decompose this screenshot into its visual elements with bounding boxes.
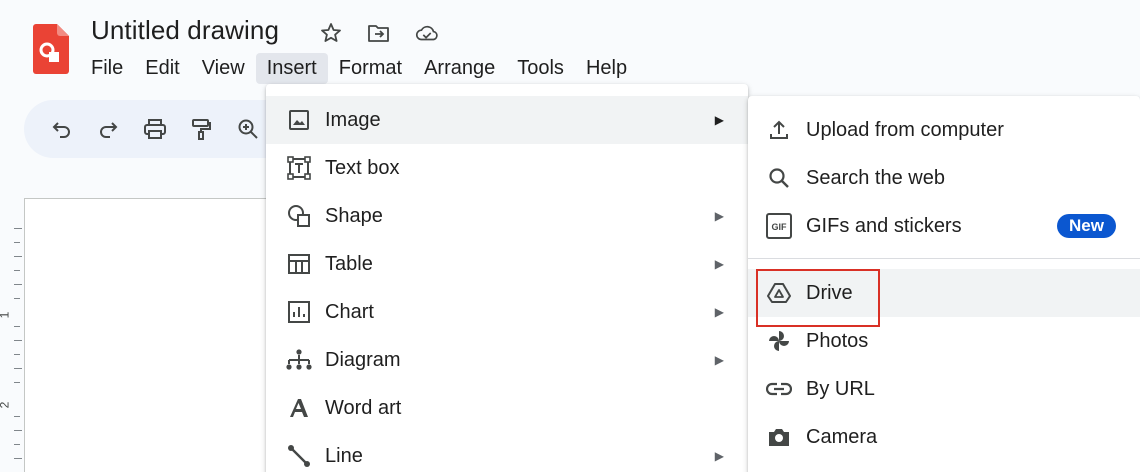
insert-menu-label: Chart	[325, 300, 374, 323]
insert-menu-item-line[interactable]: Line ▶	[266, 432, 748, 472]
search-icon	[766, 165, 792, 191]
image-menu-item-drive[interactable]: Drive	[748, 269, 1140, 317]
undo-icon[interactable]	[49, 116, 75, 142]
google-drawings-logo[interactable]	[33, 24, 69, 74]
insert-menu-item-image[interactable]: Image ▶	[266, 96, 748, 144]
paint-format-icon[interactable]	[188, 116, 214, 142]
insert-menu-label: Word art	[325, 396, 402, 419]
insert-menu-item-text-box[interactable]: Text box	[266, 144, 748, 192]
submenu-arrow-icon: ▶	[714, 257, 724, 271]
submenu-arrow-icon: ▶	[714, 353, 724, 367]
insert-menu-item-chart[interactable]: Chart ▶	[266, 288, 748, 336]
gif-icon: GIF	[766, 213, 792, 239]
submenu-arrow-icon: ▶	[714, 209, 724, 223]
image-icon	[286, 107, 312, 133]
print-icon[interactable]	[142, 116, 168, 142]
insert-menu-label: Text box	[325, 156, 400, 179]
redo-icon[interactable]	[95, 116, 121, 142]
menu-divider	[748, 258, 1140, 259]
chart-icon	[286, 299, 312, 325]
insert-menu-item-word-art[interactable]: Word art	[266, 384, 748, 432]
image-menu-label: Search the web	[806, 166, 945, 189]
word-art-icon	[286, 395, 312, 421]
image-menu-item-camera[interactable]: Camera	[748, 413, 1140, 461]
line-icon	[286, 443, 312, 469]
insert-menu-item-shape[interactable]: Shape ▶	[266, 192, 748, 240]
new-badge: New	[1057, 214, 1116, 238]
menu-help[interactable]: Help	[575, 53, 638, 84]
cloud-saved-icon[interactable]	[414, 20, 440, 46]
link-icon	[766, 376, 792, 402]
shape-icon	[286, 203, 312, 229]
submenu-arrow-icon: ▶	[714, 449, 724, 463]
ruler-label-1: 1	[0, 312, 11, 319]
document-title[interactable]: Untitled drawing	[91, 15, 279, 46]
upload-icon	[766, 117, 792, 143]
image-menu-label: Photos	[806, 329, 869, 352]
move-to-folder-icon[interactable]	[366, 20, 392, 46]
menu-bar: File Edit View Insert Format Arrange Too…	[80, 52, 638, 84]
image-menu-label: GIFs and stickers	[806, 214, 962, 237]
insert-menu-label: Diagram	[325, 348, 401, 371]
zoom-icon[interactable]	[235, 116, 261, 142]
menu-arrange[interactable]: Arrange	[413, 53, 506, 84]
insert-menu-label: Image	[325, 108, 381, 131]
drive-icon	[766, 280, 792, 306]
menu-tools[interactable]: Tools	[506, 53, 575, 84]
menu-file[interactable]: File	[80, 53, 134, 84]
ruler-label-2: 2	[0, 402, 11, 409]
image-menu-label: Upload from computer	[806, 118, 1004, 141]
image-menu-item-search-web[interactable]: Search the web	[748, 154, 1140, 202]
text-box-icon	[286, 155, 312, 181]
insert-menu-item-diagram[interactable]: Diagram ▶	[266, 336, 748, 384]
star-icon[interactable]	[318, 20, 344, 46]
menu-view[interactable]: View	[191, 53, 256, 84]
camera-icon	[766, 424, 792, 450]
diagram-icon	[286, 347, 312, 373]
svg-text:GIF: GIF	[772, 222, 788, 232]
image-menu-item-by-url[interactable]: By URL	[748, 365, 1140, 413]
menu-format[interactable]: Format	[328, 53, 413, 84]
table-icon	[286, 251, 312, 277]
insert-menu-item-table[interactable]: Table ▶	[266, 240, 748, 288]
image-menu-item-photos[interactable]: Photos	[748, 317, 1140, 365]
vertical-ruler: 1 2	[0, 198, 24, 472]
insert-menu-label: Table	[325, 252, 373, 275]
insert-menu: Image ▶ Text box Shape ▶ Table ▶ Chart ▶…	[266, 84, 748, 472]
image-menu-label: Drive	[806, 281, 853, 304]
submenu-arrow-icon: ▶	[714, 305, 724, 319]
image-submenu: Upload from computer Search the web GIF …	[748, 96, 1140, 472]
menu-edit[interactable]: Edit	[134, 53, 190, 84]
image-menu-label: Camera	[806, 425, 878, 448]
photos-icon	[766, 328, 792, 354]
submenu-arrow-icon: ▶	[714, 113, 724, 127]
insert-menu-label: Line	[325, 444, 363, 467]
image-menu-label: By URL	[806, 377, 875, 400]
image-menu-item-upload[interactable]: Upload from computer	[748, 106, 1140, 154]
insert-menu-label: Shape	[325, 204, 383, 227]
image-menu-item-gifs[interactable]: GIF GIFs and stickers New	[748, 202, 1140, 250]
menu-insert[interactable]: Insert	[255, 52, 328, 84]
